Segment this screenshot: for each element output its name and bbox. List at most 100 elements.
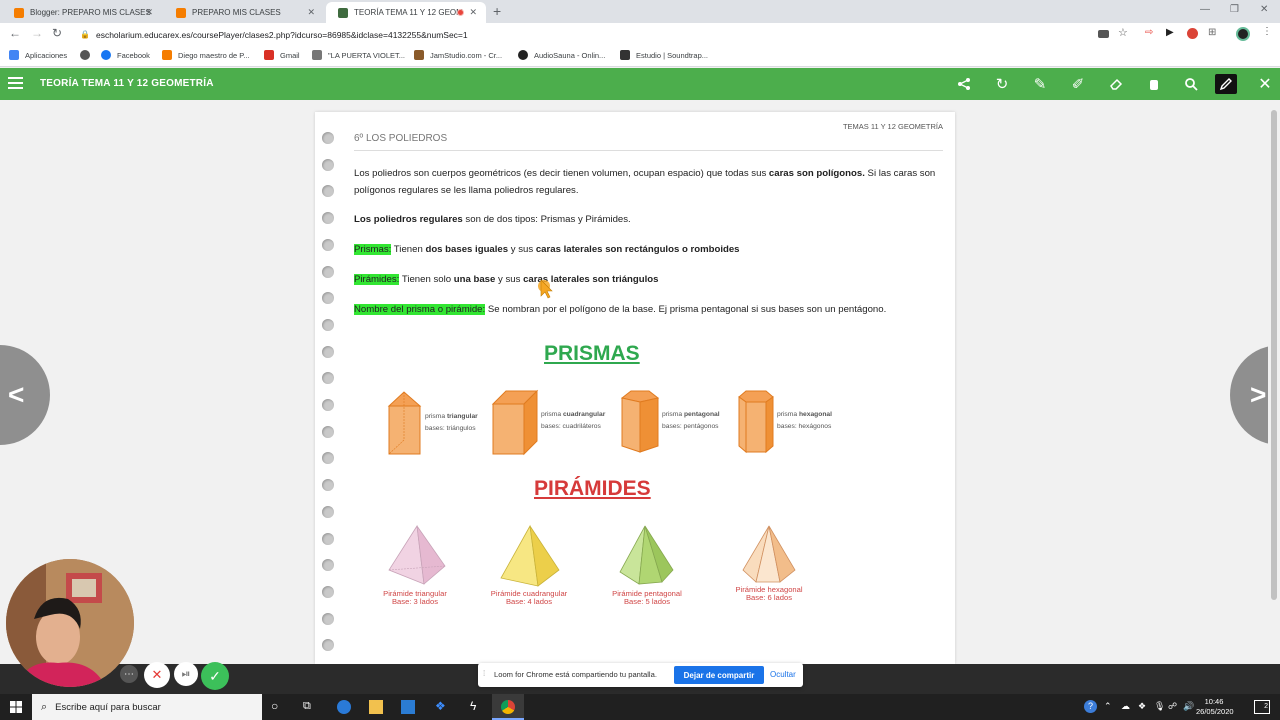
- bookmark-blank[interactable]: [80, 50, 96, 60]
- binder-hole: [322, 532, 334, 545]
- volume-icon[interactable]: 🔊: [1183, 701, 1194, 712]
- search-placeholder: Escribe aquí para buscar: [55, 701, 161, 713]
- forward-icon[interactable]: →: [31, 26, 43, 40]
- search-icon[interactable]: [1180, 74, 1202, 94]
- drag-handle-icon[interactable]: ⁞: [483, 669, 485, 678]
- task-view-icon[interactable]: ⧉: [303, 700, 311, 713]
- mail-icon[interactable]: [401, 700, 415, 714]
- bookmark-puerta[interactable]: "LA PUERTA VIOLET...: [312, 50, 405, 60]
- highlight-piramides: Pirámides:: [354, 274, 400, 285]
- quadrangular-prism-figure: [491, 389, 539, 456]
- back-icon[interactable]: ←: [9, 26, 21, 40]
- bookmark-diego[interactable]: Diego maestro de P...: [162, 50, 250, 60]
- dropbox-icon[interactable]: ❖: [435, 699, 446, 713]
- close-tab-icon[interactable]: ✕: [469, 7, 477, 18]
- tray-up-arrow-icon[interactable]: ⌃: [1104, 701, 1112, 712]
- edge-icon[interactable]: [337, 700, 351, 714]
- file-explorer-icon[interactable]: [369, 700, 383, 714]
- finish-recording-button[interactable]: ✓: [201, 662, 229, 690]
- share-icon[interactable]: [953, 74, 975, 94]
- binder-hole: [322, 238, 334, 251]
- soundtrap-icon: [620, 50, 630, 60]
- page-scrollbar[interactable]: [1268, 100, 1280, 664]
- hand-icon[interactable]: [1143, 74, 1165, 94]
- tab-blogger[interactable]: Blogger: PREPARO MIS CLASES ✕: [2, 2, 162, 23]
- pencil-icon[interactable]: ✎: [1029, 74, 1051, 94]
- system-clock[interactable]: 10:46 26/05/2020: [1196, 697, 1234, 717]
- cortana-icon[interactable]: ○: [271, 699, 278, 713]
- binder-hole: [322, 399, 334, 411]
- hexagonal-pyramid-figure: [742, 525, 796, 583]
- windows-start-icon[interactable]: [10, 701, 22, 713]
- notification-icon[interactable]: 2: [1254, 700, 1270, 714]
- close-window-icon[interactable]: ✕: [1260, 4, 1268, 15]
- more-menu-icon[interactable]: ⋮: [1262, 26, 1273, 37]
- star-icon[interactable]: ☆: [1118, 26, 1129, 39]
- bookmark-gmail[interactable]: Gmail: [264, 50, 300, 60]
- close-tab-icon[interactable]: ✕: [307, 7, 315, 18]
- hide-button[interactable]: Ocultar: [770, 670, 796, 679]
- help-icon[interactable]: ?: [1084, 700, 1097, 713]
- marker-icon[interactable]: ✐: [1067, 74, 1089, 94]
- browser-tab-bar: Blogger: PREPARO MIS CLASES ✕ PREPARO MI…: [0, 0, 1280, 23]
- tab-teoria[interactable]: TEORÍA TEMA 11 Y 12 GEOM ✕: [326, 2, 486, 23]
- chrome-taskbar-button[interactable]: [492, 694, 524, 720]
- page-icon: [312, 50, 322, 60]
- gmail-icon: [264, 50, 274, 60]
- stop-sharing-button[interactable]: Dejar de compartir: [674, 666, 764, 684]
- dropbox-tray-icon[interactable]: ❖: [1138, 701, 1146, 712]
- clock-date: 26/05/2020: [1196, 707, 1234, 716]
- network-icon[interactable]: ☍: [1168, 701, 1177, 712]
- apps-grid-icon: [9, 50, 19, 60]
- binder-hole: [322, 639, 334, 652]
- minimize-icon[interactable]: —: [1200, 4, 1210, 15]
- cancel-recording-button[interactable]: ✕: [144, 662, 170, 688]
- pause-recording-button[interactable]: ⏯: [174, 662, 198, 686]
- profile-avatar[interactable]: [1236, 27, 1250, 41]
- prism-caption: prisma cuadrangular bases: cuadriláteros: [541, 411, 606, 430]
- bookmark-label: Facebook: [117, 50, 150, 60]
- close-tab-icon[interactable]: ✕: [145, 7, 153, 18]
- webcam-bubble[interactable]: [6, 559, 134, 687]
- globe-icon: [80, 50, 90, 60]
- menu-icon[interactable]: [8, 77, 23, 89]
- new-tab-icon[interactable]: +: [493, 3, 501, 19]
- pen-selected-icon[interactable]: [1215, 74, 1237, 94]
- bookmark-label: Diego maestro de P...: [178, 50, 250, 60]
- bookmark-jamstudio[interactable]: JamStudio.com - Cr...: [414, 50, 502, 60]
- chrome-icon: [501, 700, 515, 714]
- microphone-icon[interactable]: 🎙: [1154, 701, 1165, 712]
- notebook-page: TEMAS 11 Y 12 GEOMETRÍA 6º LOS POLIEDROS…: [315, 112, 955, 678]
- prism-caption: prisma triangular bases: triángulos: [425, 413, 478, 432]
- guitar-icon: [414, 50, 424, 60]
- bookmark-apps[interactable]: Aplicaciones: [9, 50, 67, 60]
- app-lightning-icon[interactable]: ϟ: [470, 699, 476, 713]
- scrollbar-thumb[interactable]: [1271, 110, 1277, 600]
- taskbar-search-box[interactable]: ⌕ Escribe aquí para buscar: [32, 694, 262, 720]
- binder-hole: [322, 265, 334, 278]
- eraser-icon[interactable]: [1105, 74, 1127, 94]
- content-area: TEMAS 11 Y 12 GEOMETRÍA 6º LOS POLIEDROS…: [0, 100, 1280, 678]
- camera-icon[interactable]: [1098, 30, 1109, 38]
- binder-hole: [322, 318, 334, 331]
- url-field[interactable]: 🔒 escholarium.educarex.es/coursePlayer/c…: [80, 27, 1090, 42]
- bookmark-facebook[interactable]: Facebook: [101, 50, 150, 60]
- paragraph-regular: Los poliedros regulares son de dos tipos…: [354, 214, 631, 225]
- more-options-button[interactable]: ⋯: [120, 665, 138, 683]
- onedrive-icon[interactable]: ☁: [1121, 701, 1130, 712]
- refresh-icon[interactable]: ↻: [991, 74, 1013, 94]
- bookmark-soundtrap[interactable]: Estudio | Soundtrap...: [620, 50, 708, 60]
- pyramid-caption: Pirámide triangular Base: 3 lados: [383, 589, 447, 606]
- grid-extension-icon[interactable]: ⊞: [1208, 27, 1219, 38]
- reload-icon[interactable]: ↻: [52, 26, 62, 40]
- extension-play-icon[interactable]: ▶: [1166, 27, 1177, 38]
- maximize-icon[interactable]: ❐: [1230, 4, 1239, 15]
- extension-icon[interactable]: [1187, 28, 1198, 39]
- cast-icon[interactable]: ⇨: [1145, 27, 1156, 38]
- bookmark-label: "LA PUERTA VIOLET...: [328, 50, 405, 60]
- tab-preparo[interactable]: PREPARO MIS CLASES ✕: [164, 2, 324, 23]
- recording-icon: [457, 9, 464, 16]
- windows-taskbar: ⌕ Escribe aquí para buscar ○ ⧉ ❖ ϟ ? ⌃ ☁…: [0, 694, 1280, 720]
- close-icon[interactable]: ✕: [1254, 74, 1276, 94]
- bookmark-audiosauna[interactable]: AudioSauna - Onlin...: [518, 50, 605, 60]
